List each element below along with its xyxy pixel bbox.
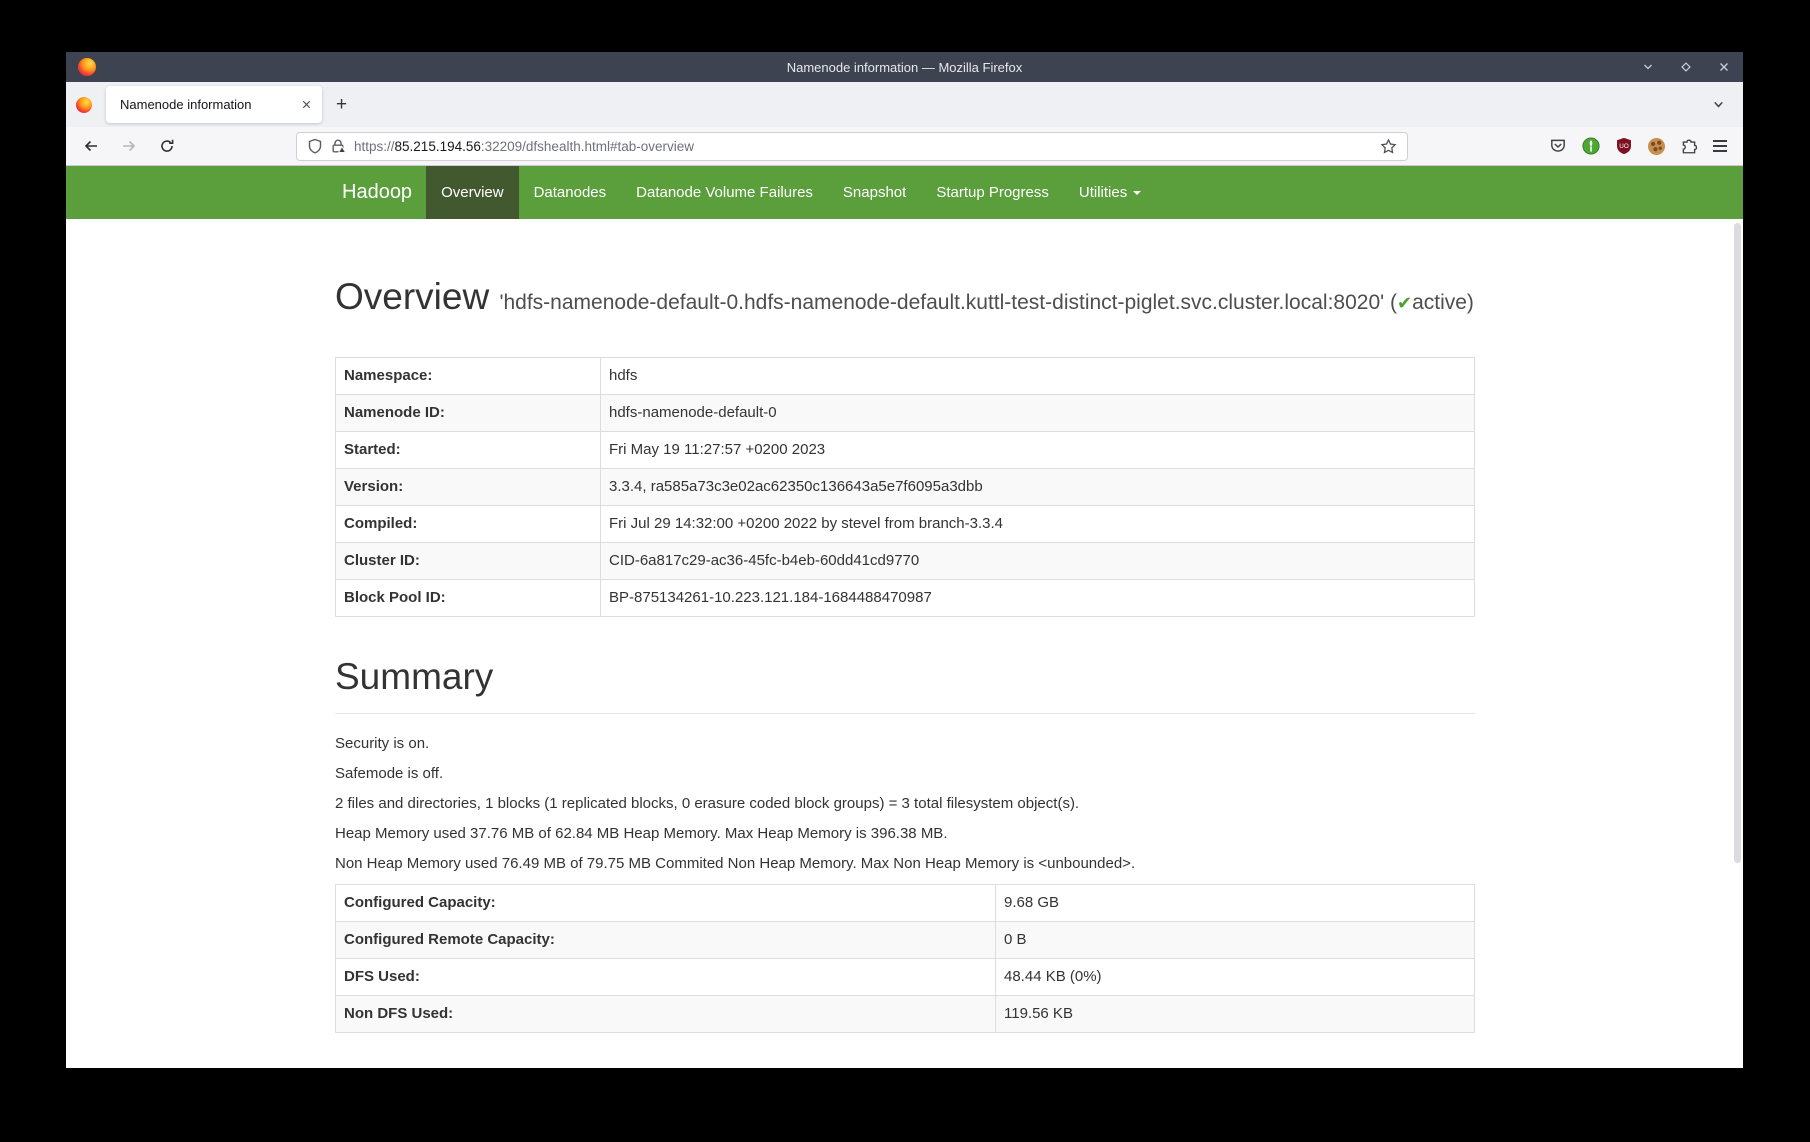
table-row: Non DFS Used: 119.56 KB — [336, 996, 1475, 1033]
menu-hamburger-icon[interactable] — [1713, 140, 1727, 152]
table-row: Cluster ID: CID-6a817c29-ac36-45fc-b4eb-… — [336, 543, 1475, 580]
table-row: Version: 3.3.4, ra585a73c3e02ac62350c136… — [336, 469, 1475, 506]
navbar-item[interactable]: Startup Progress — [921, 166, 1064, 219]
row-label: Cluster ID: — [336, 543, 601, 580]
row-value: 48.44 KB (0%) — [996, 959, 1475, 996]
table-row: Block Pool ID: BP-875134261-10.223.121.1… — [336, 580, 1475, 617]
ublock-origin-icon[interactable]: UO — [1615, 137, 1633, 155]
row-value: 119.56 KB — [996, 996, 1475, 1033]
row-value: 0 B — [996, 922, 1475, 959]
window-titlebar: Namenode information — Mozilla Firefox — [66, 52, 1743, 82]
row-label: DFS Used: — [336, 959, 996, 996]
row-value: hdfs-namenode-default-0 — [601, 395, 1475, 432]
row-value: Fri Jul 29 14:32:00 +0200 2022 by stevel… — [601, 506, 1475, 543]
summary-paragraphs: Security is on. Safemode is off. 2 files… — [335, 734, 1475, 874]
navbar-item-label: Startup Progress — [936, 184, 1049, 201]
shield-icon[interactable] — [307, 138, 323, 154]
browser-tab[interactable]: Namenode information — [106, 86, 322, 123]
page-content: Overview 'hdfs-namenode-default-0.hdfs-n… — [66, 219, 1743, 1068]
tab-title: Namenode information — [120, 97, 301, 112]
navbar-item[interactable]: Overview — [426, 166, 519, 219]
navbar-item-label: Datanode Volume Failures — [636, 184, 813, 201]
table-row: Configured Remote Capacity: 0 B — [336, 922, 1475, 959]
back-icon[interactable] — [78, 138, 104, 154]
navbar-item-label: Overview — [441, 184, 504, 201]
row-value: hdfs — [601, 358, 1475, 395]
maximize-icon[interactable] — [1679, 60, 1693, 74]
navbar-item[interactable]: Snapshot — [828, 166, 921, 219]
navbar-item[interactable]: Utilities — [1064, 166, 1156, 219]
capacity-table: Configured Capacity: 9.68 GB Configured … — [335, 884, 1475, 1033]
navbar-item[interactable]: Datanodes — [519, 166, 622, 219]
summary-line: Security is on. — [335, 734, 1475, 754]
list-tabs-chevron-icon[interactable] — [1712, 98, 1725, 111]
table-row: Namespace: hdfs — [336, 358, 1475, 395]
tab-close-icon[interactable] — [301, 99, 312, 110]
firefox-icon — [76, 97, 92, 113]
navbar-items: Overview Datanodes Datanode Volume Failu… — [426, 166, 1156, 219]
row-value: 3.3.4, ra585a73c3e02ac62350c136643a5e7f6… — [601, 469, 1475, 506]
desktop: { "browser": { "titlebar": { "title": "N… — [0, 0, 1810, 1142]
firefox-window: Namenode information — Mozilla Firefox N… — [66, 52, 1743, 1068]
svg-text:UO: UO — [1619, 143, 1629, 150]
forward-icon[interactable] — [116, 138, 142, 154]
summary-line: Heap Memory used 37.76 MB of 62.84 MB He… — [335, 824, 1475, 844]
row-value: CID-6a817c29-ac36-45fc-b4eb-60dd41cd9770 — [601, 543, 1475, 580]
row-label: Block Pool ID: — [336, 580, 601, 617]
new-tab-button[interactable]: + — [336, 95, 347, 114]
lock-warning-icon[interactable] — [330, 138, 347, 154]
minimize-icon[interactable] — [1641, 60, 1655, 74]
close-icon[interactable] — [1717, 60, 1731, 74]
row-value: BP-875134261-10.223.121.184-168448847098… — [601, 580, 1475, 617]
table-row: DFS Used: 48.44 KB (0%) — [336, 959, 1475, 996]
row-label: Configured Remote Capacity: — [336, 922, 996, 959]
url-bar[interactable]: https://85.215.194.56:32209/dfshealth.ht… — [296, 132, 1408, 161]
cookie-extension-icon[interactable] — [1648, 138, 1665, 155]
table-row: Namenode ID: hdfs-namenode-default-0 — [336, 395, 1475, 432]
hadoop-brand[interactable]: Hadoop — [342, 166, 412, 219]
row-value: 9.68 GB — [996, 885, 1475, 922]
scrollbar[interactable] — [1733, 219, 1742, 1068]
row-value: Fri May 19 11:27:57 +0200 2023 — [601, 432, 1475, 469]
divider — [335, 713, 1475, 714]
summary-line: Safemode is off. — [335, 764, 1475, 784]
bookmark-star-icon[interactable] — [1380, 138, 1397, 155]
table-row: Started: Fri May 19 11:27:57 +0200 2023 — [336, 432, 1475, 469]
table-row: Configured Capacity: 9.68 GB — [336, 885, 1475, 922]
browser-toolbar: https://85.215.194.56:32209/dfshealth.ht… — [66, 127, 1743, 166]
hadoop-navbar: Hadoop Overview Datanodes Datanode Volum… — [66, 166, 1743, 219]
namenode-address: 'hdfs-namenode-default-0.hdfs-namenode-d… — [499, 291, 1473, 314]
caret-down-icon — [1133, 191, 1141, 195]
namenode-info-table: Namespace: hdfs Namenode ID: hdfs-nameno… — [335, 357, 1475, 617]
row-label: Compiled: — [336, 506, 601, 543]
row-label: Non DFS Used: — [336, 996, 996, 1033]
firefox-logo-icon — [78, 58, 96, 76]
row-label: Configured Capacity: — [336, 885, 996, 922]
overview-heading: Overview 'hdfs-namenode-default-0.hdfs-n… — [335, 274, 1475, 323]
reload-icon[interactable] — [154, 138, 180, 154]
navbar-item[interactable]: Datanode Volume Failures — [621, 166, 828, 219]
summary-line: Non Heap Memory used 76.49 MB of 79.75 M… — [335, 854, 1475, 874]
row-label: Version: — [336, 469, 601, 506]
table-row: Compiled: Fri Jul 29 14:32:00 +0200 2022… — [336, 506, 1475, 543]
extensions-puzzle-icon[interactable] — [1680, 137, 1698, 155]
navbar-item-label: Snapshot — [843, 184, 906, 201]
pocket-icon[interactable] — [1549, 137, 1567, 155]
tab-strip: Namenode information + — [66, 82, 1743, 127]
url-text: https://85.215.194.56:32209/dfshealth.ht… — [354, 139, 694, 154]
row-label: Namespace: — [336, 358, 601, 395]
navbar-item-label: Utilities — [1079, 184, 1127, 201]
summary-heading: Summary — [335, 655, 1475, 699]
row-label: Started: — [336, 432, 601, 469]
window-title: Namenode information — Mozilla Firefox — [66, 60, 1743, 75]
privacy-extension-icon[interactable] — [1582, 137, 1600, 155]
row-label: Namenode ID: — [336, 395, 601, 432]
scrollbar-thumb[interactable] — [1734, 223, 1741, 863]
active-check-icon: ✔ — [1397, 293, 1412, 313]
navbar-item-label: Datanodes — [534, 184, 607, 201]
summary-line: 2 files and directories, 1 blocks (1 rep… — [335, 794, 1475, 814]
